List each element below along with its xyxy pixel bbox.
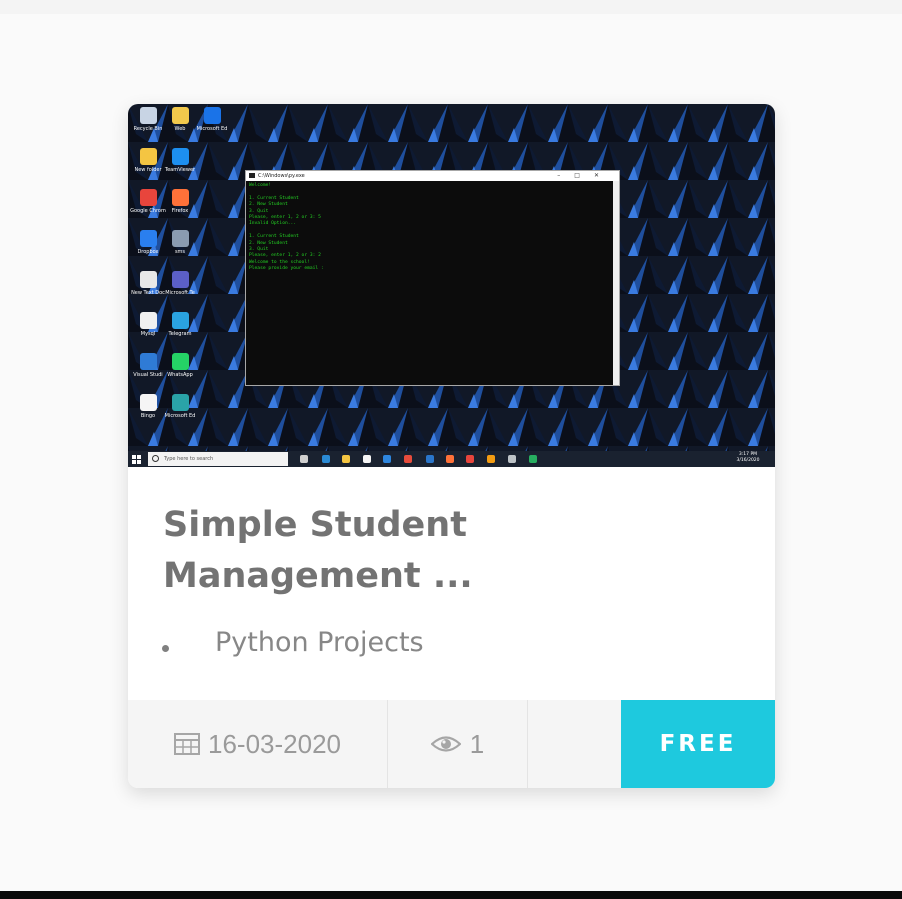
desktop-icon-label: Telegram	[168, 331, 192, 337]
task-view-icon[interactable]	[300, 455, 308, 463]
console-scrollbar[interactable]	[613, 181, 619, 385]
desktop-icon[interactable]: Mysql	[130, 312, 166, 337]
search-icon	[152, 455, 159, 462]
console-title: C:\Windows\py.exe	[258, 173, 305, 179]
project-thumbnail[interactable]: Recycle Bin Web Microsoft Ed New folder Team…	[128, 104, 775, 467]
category-bullet	[162, 645, 169, 652]
desktop-icon[interactable]: TeamViewer	[162, 148, 198, 173]
desktop-app-icon	[139, 394, 157, 411]
console-app-icon	[249, 173, 255, 178]
desktop-app-icon	[171, 230, 189, 247]
desktop-app-icon	[139, 107, 157, 124]
calendar-icon	[174, 733, 200, 755]
footer-spacer	[528, 700, 621, 788]
desktop-icon[interactable]: Bingo	[130, 394, 166, 419]
edge-taskbar-icon[interactable]	[322, 455, 330, 463]
desktop-icon[interactable]: Visual Studi	[130, 353, 166, 378]
desktop-icon[interactable]: Dropbox	[130, 230, 166, 255]
desktop-app-icon	[171, 394, 189, 411]
desktop-icon[interactable]: Telegram	[162, 312, 198, 337]
taskbar-search[interactable]: Type here to search	[148, 452, 288, 466]
eye-icon	[430, 736, 461, 752]
store-icon[interactable]	[363, 455, 371, 463]
file-explorer-icon[interactable]	[342, 455, 350, 463]
desktop-app-icon	[203, 107, 221, 124]
console-title-bar[interactable]: C:\Windows\py.exe –□✕	[246, 171, 619, 181]
taskbar-date: 3/16/2020	[736, 458, 760, 463]
desktop-icon[interactable]: Firefox	[162, 189, 198, 214]
app-orange-icon[interactable]	[487, 455, 495, 463]
console-taskbar-icon[interactable]	[529, 455, 537, 463]
price-badge[interactable]: FREE	[621, 700, 775, 788]
console-output: Welcome! 1. Current Student 2. New Student…	[246, 181, 619, 274]
desktop-icon-label: Recycle Bin	[133, 126, 163, 132]
desktop-icon-label: Visual Studi	[133, 372, 163, 378]
date-cell: 16-03-2020	[128, 700, 388, 788]
console-window[interactable]: C:\Windows\py.exe –□✕ Welcome! 1. Current…	[245, 170, 620, 386]
page-bottom-bar	[0, 891, 902, 899]
desktop-app-icon	[171, 107, 189, 124]
desktop-icon-label: sms	[174, 249, 186, 255]
desktop-icon[interactable]: Web	[162, 107, 198, 132]
desktop-icon-label: Mysql	[140, 331, 156, 337]
desktop-app-icon	[171, 148, 189, 165]
price-label: FREE	[659, 731, 737, 757]
desktop-app-icon	[139, 148, 157, 165]
window-controls[interactable]: –□✕	[557, 171, 613, 181]
project-card[interactable]: Recycle Bin Web Microsoft Ed New folder Team…	[128, 104, 775, 788]
desktop-icon-label: Google Chrom	[130, 208, 166, 214]
desktop-icon[interactable]: New Text Doc	[130, 271, 166, 296]
desktop-app-icon	[139, 230, 157, 247]
taskbar-search-placeholder: Type here to search	[164, 456, 214, 462]
chrome-taskbar-icon[interactable]	[466, 455, 474, 463]
windows-start-icon[interactable]	[132, 455, 141, 464]
desktop-icon[interactable]: WhatsApp	[162, 353, 198, 378]
desktop-app-icon	[139, 189, 157, 206]
desktop-icon-label: Microsoft Ed	[196, 126, 228, 132]
taskbar: Type here to search 3:17 PM 3/16/2020	[128, 451, 775, 467]
desktop-icon[interactable]: Microsoft Ed	[194, 107, 230, 132]
desktop-icon[interactable]: Recycle Bin	[130, 107, 166, 132]
app-grey-icon[interactable]	[508, 455, 516, 463]
page-top-strip	[0, 0, 902, 14]
app-l-icon[interactable]	[383, 455, 391, 463]
desktop-icon[interactable]: New folder	[130, 148, 166, 173]
desktop-icon-label: Microsoft Te	[165, 290, 195, 296]
app-red-icon[interactable]	[404, 455, 412, 463]
desktop-app-icon	[171, 189, 189, 206]
card-footer: 16-03-2020 1 FREE	[128, 700, 775, 788]
mail-icon[interactable]	[426, 455, 434, 463]
desktop-app-icon	[139, 271, 157, 288]
views-cell: 1	[388, 700, 528, 788]
view-count: 1	[469, 728, 485, 759]
desktop-app-icon	[139, 353, 157, 370]
desktop-icon-label: WhatsApp	[167, 372, 193, 378]
desktop-icon-label: Firefox	[171, 208, 189, 214]
desktop-icon[interactable]: sms	[162, 230, 198, 255]
desktop-icon[interactable]: Microsoft Ed	[162, 394, 198, 419]
desktop-icon[interactable]: Google Chrom	[130, 189, 166, 214]
category-link[interactable]: Python Projects	[215, 625, 424, 661]
desktop-app-icon	[171, 271, 189, 288]
desktop-icon-label: Dropbox	[137, 249, 159, 255]
desktop-app-icon	[139, 312, 157, 329]
publish-date: 16-03-2020	[208, 728, 341, 759]
desktop-icon-label: Bingo	[140, 413, 156, 419]
firefox-taskbar-icon[interactable]	[446, 455, 454, 463]
desktop-app-icon	[171, 353, 189, 370]
desktop-icon-label: Microsoft Ed	[164, 413, 196, 419]
desktop-icon-label: New folder	[134, 167, 162, 173]
taskbar-clock[interactable]: 3:17 PM 3/16/2020	[728, 452, 768, 464]
desktop-icon-label: Web	[174, 126, 186, 132]
desktop-icon-label: TeamViewer	[164, 167, 196, 173]
desktop-icon-label: New Text Doc	[131, 290, 165, 296]
desktop-icon[interactable]: Microsoft Te	[162, 271, 198, 296]
console-line: Please provide your email :	[249, 266, 324, 272]
desktop-app-icon	[171, 312, 189, 329]
project-title[interactable]: Simple Student Management ...	[163, 500, 583, 602]
